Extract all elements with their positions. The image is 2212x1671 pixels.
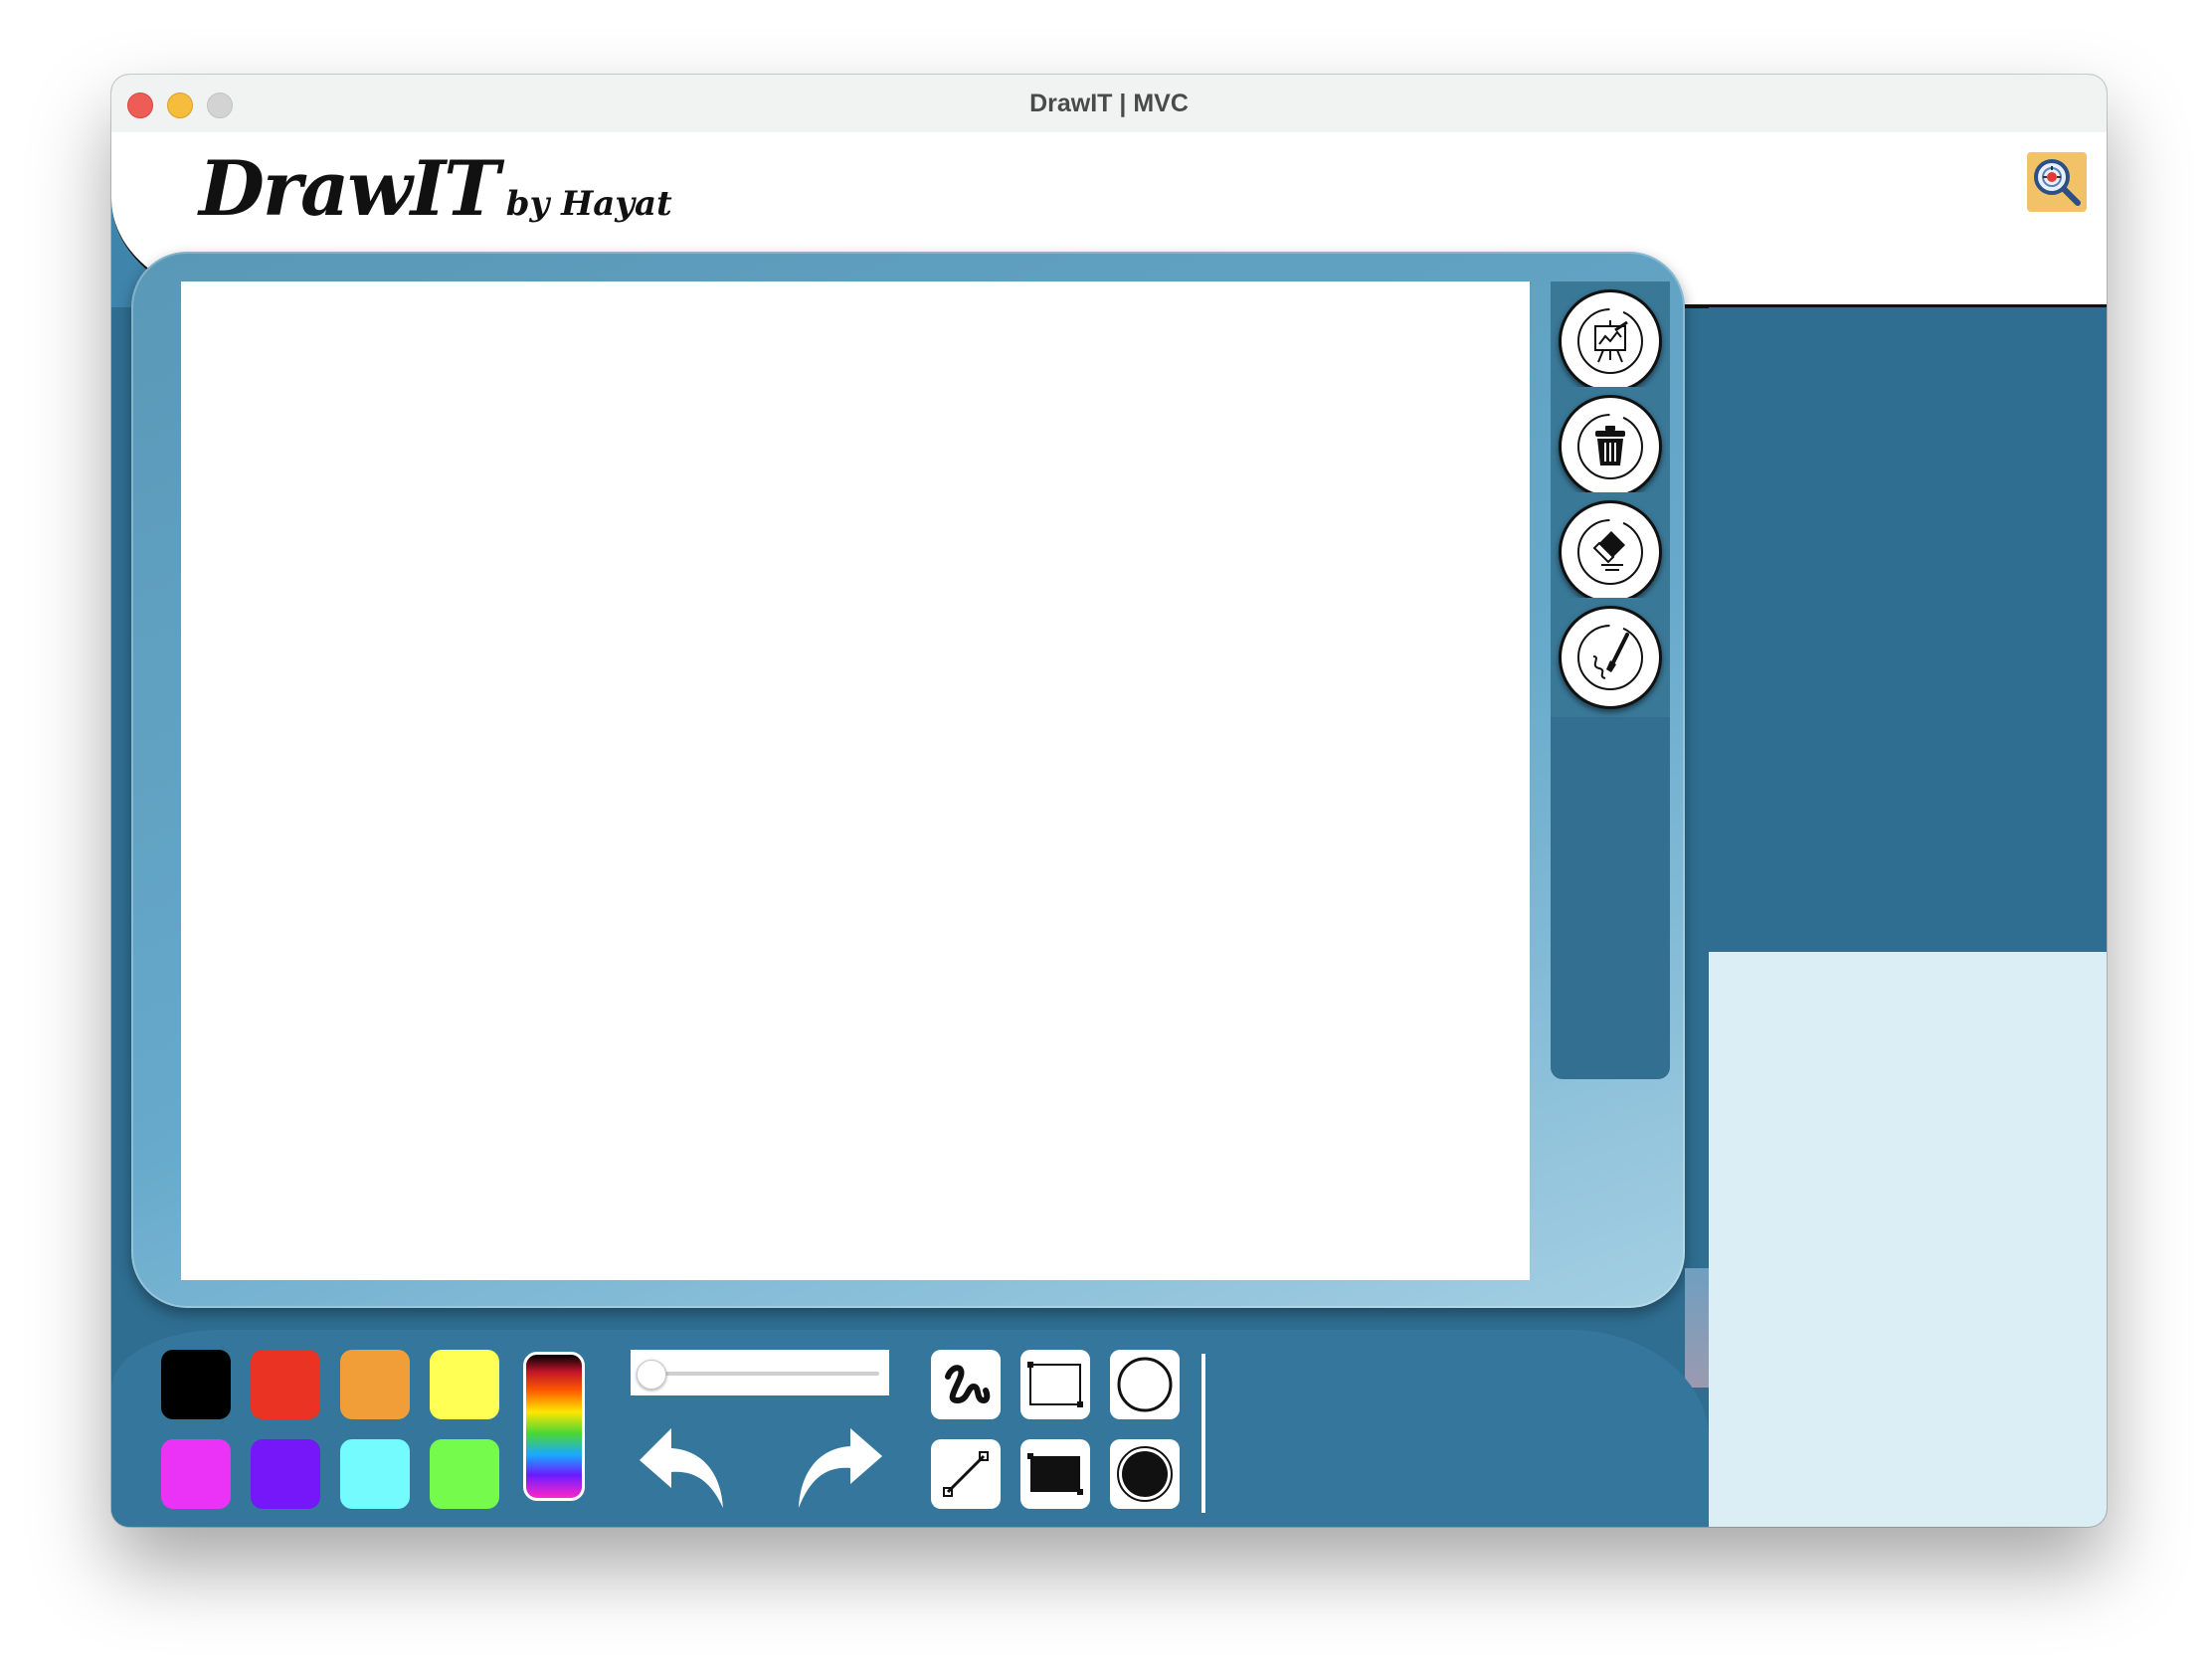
tool-slot-brush	[1551, 598, 1670, 717]
clear-canvas-button[interactable]	[1559, 395, 1662, 498]
rainbow-gradient-icon[interactable]	[523, 1352, 585, 1501]
color-swatch-green[interactable]	[430, 1439, 499, 1509]
slider-track	[650, 1372, 879, 1376]
side-panel-top	[1709, 307, 2107, 952]
eraser-button[interactable]	[1559, 500, 1662, 604]
inspect-button[interactable]	[2027, 152, 2087, 212]
redo-arrow-icon	[799, 1428, 882, 1508]
brush-icon	[1577, 625, 1643, 690]
rectangle-tool-button[interactable]	[1020, 1350, 1090, 1419]
undo-button[interactable]	[629, 1417, 738, 1517]
circle-tool-button[interactable]	[1110, 1350, 1180, 1419]
drawing-canvas[interactable]	[181, 281, 1530, 1280]
brush-button[interactable]	[1559, 606, 1662, 709]
redo-button[interactable]	[784, 1417, 893, 1517]
color-swatch-black[interactable]	[161, 1350, 231, 1419]
undo-arrow-icon	[640, 1428, 723, 1508]
slider-thumb[interactable]	[637, 1360, 666, 1390]
window-title: DrawIT | MVC	[1029, 90, 1189, 117]
freehand-tool-button[interactable]	[931, 1350, 1001, 1419]
color-swatch-red[interactable]	[251, 1350, 320, 1419]
bottom-toolbar	[111, 1330, 1709, 1527]
circle-outline-icon	[1117, 1357, 1173, 1412]
side-toolbar	[1551, 281, 1670, 1079]
freehand-icon	[945, 1365, 991, 1403]
app-window: DrawIT | MVC DrawIT by Hayat	[111, 75, 2107, 1527]
toolbar-divider	[1201, 1354, 1205, 1513]
tool-slot-easel	[1551, 281, 1670, 401]
line-tool-button[interactable]	[931, 1439, 1001, 1509]
side-panel-bottom	[1709, 952, 2107, 1527]
eraser-icon	[1577, 519, 1643, 585]
color-swatch-magenta[interactable]	[161, 1439, 231, 1509]
logo-title: DrawIT	[199, 144, 500, 233]
drawing-panel	[131, 252, 1685, 1308]
logo-subtitle: by Hayat	[505, 184, 672, 224]
title-bar: DrawIT | MVC	[111, 75, 2107, 133]
new-canvas-button[interactable]	[1559, 289, 1662, 393]
filled-circle-tool-button[interactable]	[1110, 1439, 1180, 1509]
magnifier-bug-icon	[2034, 159, 2081, 206]
color-swatch-yellow[interactable]	[430, 1350, 499, 1419]
color-swatch-purple[interactable]	[251, 1439, 320, 1509]
color-swatch-cyan[interactable]	[340, 1439, 410, 1509]
circle-filled-icon	[1117, 1446, 1173, 1502]
rectangle-filled-icon	[1027, 1453, 1083, 1495]
app-logo: DrawIT by Hayat	[199, 144, 672, 233]
presentation-easel-icon	[1577, 308, 1643, 374]
rectangle-outline-icon	[1027, 1362, 1083, 1407]
line-icon	[943, 1451, 989, 1497]
tool-slot-trash	[1551, 387, 1670, 506]
trash-icon	[1577, 414, 1643, 479]
tool-slot-eraser	[1551, 492, 1670, 612]
panel-gutter	[1685, 1268, 1709, 1388]
filled-rectangle-tool-button[interactable]	[1020, 1439, 1090, 1509]
stroke-size-slider[interactable]	[631, 1350, 889, 1395]
color-swatch-orange[interactable]	[340, 1350, 410, 1419]
